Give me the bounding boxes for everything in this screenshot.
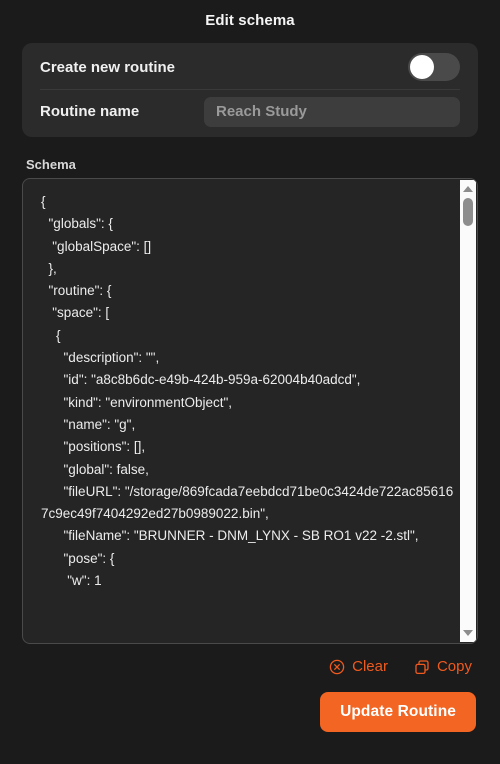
routine-name-row: Routine name	[40, 89, 460, 133]
create-new-routine-label: Create new routine	[40, 58, 176, 76]
settings-card: Create new routine Routine name	[22, 43, 478, 137]
schema-editor-text[interactable]: { "globals": { "globalSpace": [] }, "rou…	[23, 179, 463, 643]
scrollbar-track[interactable]	[460, 192, 476, 630]
routine-name-input[interactable]	[204, 96, 460, 127]
update-routine-button[interactable]: Update Routine	[320, 692, 476, 732]
schema-editor[interactable]: { "globals": { "globalSpace": [] }, "rou…	[22, 178, 478, 644]
schema-scrollbar[interactable]	[460, 180, 476, 642]
create-new-routine-row: Create new routine	[40, 45, 460, 89]
copy-button-label: Copy	[436, 658, 472, 675]
scroll-down-icon[interactable]	[463, 630, 473, 636]
schema-section-label: Schema	[26, 157, 76, 172]
clear-button-label: Clear	[352, 658, 388, 675]
circle-x-icon	[329, 659, 345, 675]
copy-icon	[414, 659, 430, 675]
schema-actions: Clear Copy	[0, 658, 472, 675]
toggle-knob	[410, 55, 434, 79]
copy-button[interactable]: Copy	[414, 658, 472, 675]
dialog-footer: Update Routine	[0, 692, 476, 732]
create-new-routine-toggle[interactable]	[408, 53, 460, 81]
edit-schema-dialog: Edit schema Create new routine Routine n…	[0, 0, 500, 764]
dialog-title: Edit schema	[205, 12, 295, 29]
routine-name-label: Routine name	[40, 103, 140, 120]
scrollbar-thumb[interactable]	[463, 198, 473, 226]
clear-button[interactable]: Clear	[329, 658, 388, 675]
